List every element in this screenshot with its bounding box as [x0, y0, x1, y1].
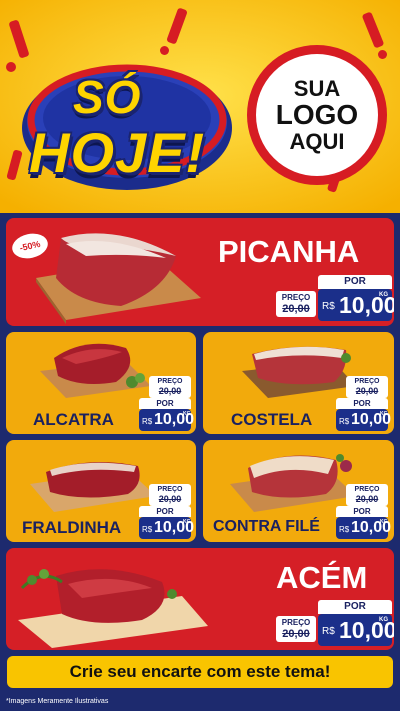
product-card-acem: ACÉM POR R$ 10,00 KG PREÇO 20,00 — [6, 548, 394, 650]
preco-label: PREÇO — [354, 378, 380, 385]
preco-label: PREÇO — [281, 618, 311, 627]
por-label: POR — [139, 398, 191, 409]
old-price: 20,00 — [158, 386, 182, 396]
acem-image — [18, 569, 208, 648]
por-label: POR — [336, 506, 388, 517]
old-price-box: PREÇO 20,00 — [149, 484, 191, 506]
unit-label: KG — [379, 292, 388, 298]
unit-label: KG — [183, 519, 191, 525]
logo-text-line1: SUA — [293, 76, 341, 102]
price-box: R$ 10,00 KG — [318, 289, 394, 321]
old-price: 20,00 — [282, 303, 310, 315]
preco-label: PREÇO — [157, 378, 183, 385]
logo-text-line3: AQUI — [289, 128, 345, 154]
currency-symbol: R$ — [322, 301, 335, 312]
so-hoje-badge: SÓ HOJE! — [15, 40, 240, 195]
product-name: COSTELA — [231, 410, 313, 429]
currency-symbol: R$ — [142, 525, 153, 534]
picanha-image — [36, 233, 201, 324]
product-card-contra-file: PREÇO 20,00 CONTRA FILÉ POR R$ 10,00 KG — [203, 440, 394, 542]
product-card-costela: PREÇO 20,00 COSTELA POR R$ 10,00 KG — [203, 332, 394, 434]
price-box: R$ 10,00 KG — [139, 517, 194, 539]
old-price: 20,00 — [355, 494, 379, 504]
unit-label: KG — [380, 519, 388, 525]
old-price-box: PREÇO 20,00 — [346, 484, 388, 506]
preco-label: PREÇO — [354, 486, 380, 493]
contra-file-image — [230, 454, 356, 512]
old-price: 20,00 — [355, 386, 379, 396]
price-box: R$ 10,00 KG — [139, 409, 194, 431]
currency-symbol: R$ — [339, 417, 350, 426]
price-box: R$ 10,00 KG — [318, 614, 394, 646]
currency-symbol: R$ — [142, 417, 153, 426]
por-label: POR — [139, 506, 191, 517]
product-name: PICANHA — [218, 234, 360, 269]
currency-symbol: R$ — [339, 525, 350, 534]
product-card-fraldinha: PREÇO 20,00 FRALDINHA POR R$ 10,00 KG — [6, 440, 196, 542]
badge-title-so: SÓ — [73, 71, 142, 123]
preco-label: PREÇO — [281, 293, 311, 302]
product-name: ALCATRA — [33, 410, 114, 429]
alcatra-image — [40, 343, 151, 398]
unit-label: KG — [183, 411, 191, 417]
old-price: 20,00 — [158, 494, 182, 504]
product-name: FRALDINHA — [22, 518, 122, 537]
fraldinha-image — [30, 462, 156, 512]
header: SÓ HOJE! SUA LOGO AQUI — [0, 0, 400, 213]
costela-image — [242, 346, 356, 398]
cta-text: Crie seu encarte com este tema! — [69, 662, 331, 681]
old-price: 20,00 — [282, 628, 310, 640]
price-box: R$ 10,00 KG — [336, 517, 391, 539]
unit-label: KG — [379, 617, 388, 623]
preco-label: PREÇO — [157, 486, 183, 493]
flyer-page: SÓ HOJE! SUA LOGO AQUI -50% PICANHA POR … — [0, 0, 400, 711]
por-label: POR — [318, 600, 392, 614]
old-price-box: PREÇO 20,00 — [276, 291, 316, 317]
currency-symbol: R$ — [322, 626, 335, 637]
exclamation-dot-decoration — [378, 50, 387, 59]
por-label: POR — [318, 275, 392, 289]
badge-title-hoje: HOJE! — [29, 121, 206, 184]
old-price-box: PREÇO 20,00 — [149, 376, 191, 398]
por-label: POR — [336, 398, 388, 409]
unit-label: KG — [380, 411, 388, 417]
disclaimer-text: *Imagens Meramente Ilustrativas — [6, 698, 109, 705]
old-price-box: PREÇO 20,00 — [276, 616, 316, 642]
cta-banner[interactable]: Crie seu encarte com este tema! — [7, 656, 393, 688]
product-card-alcatra: PREÇO 20,00 ALCATRA POR R$ 10,00 KG — [6, 332, 196, 434]
logo-text-line2: LOGO — [275, 99, 359, 131]
old-price-box: PREÇO 20,00 — [346, 376, 388, 398]
product-card-picanha: -50% PICANHA POR R$ 10,00 KG PREÇO 20,00 — [6, 218, 394, 326]
product-name: CONTRA FILÉ — [213, 518, 320, 535]
price-box: R$ 10,00 KG — [336, 409, 391, 431]
logo-placeholder: SUA LOGO AQUI — [247, 45, 387, 185]
product-name: ACÉM — [276, 560, 368, 595]
